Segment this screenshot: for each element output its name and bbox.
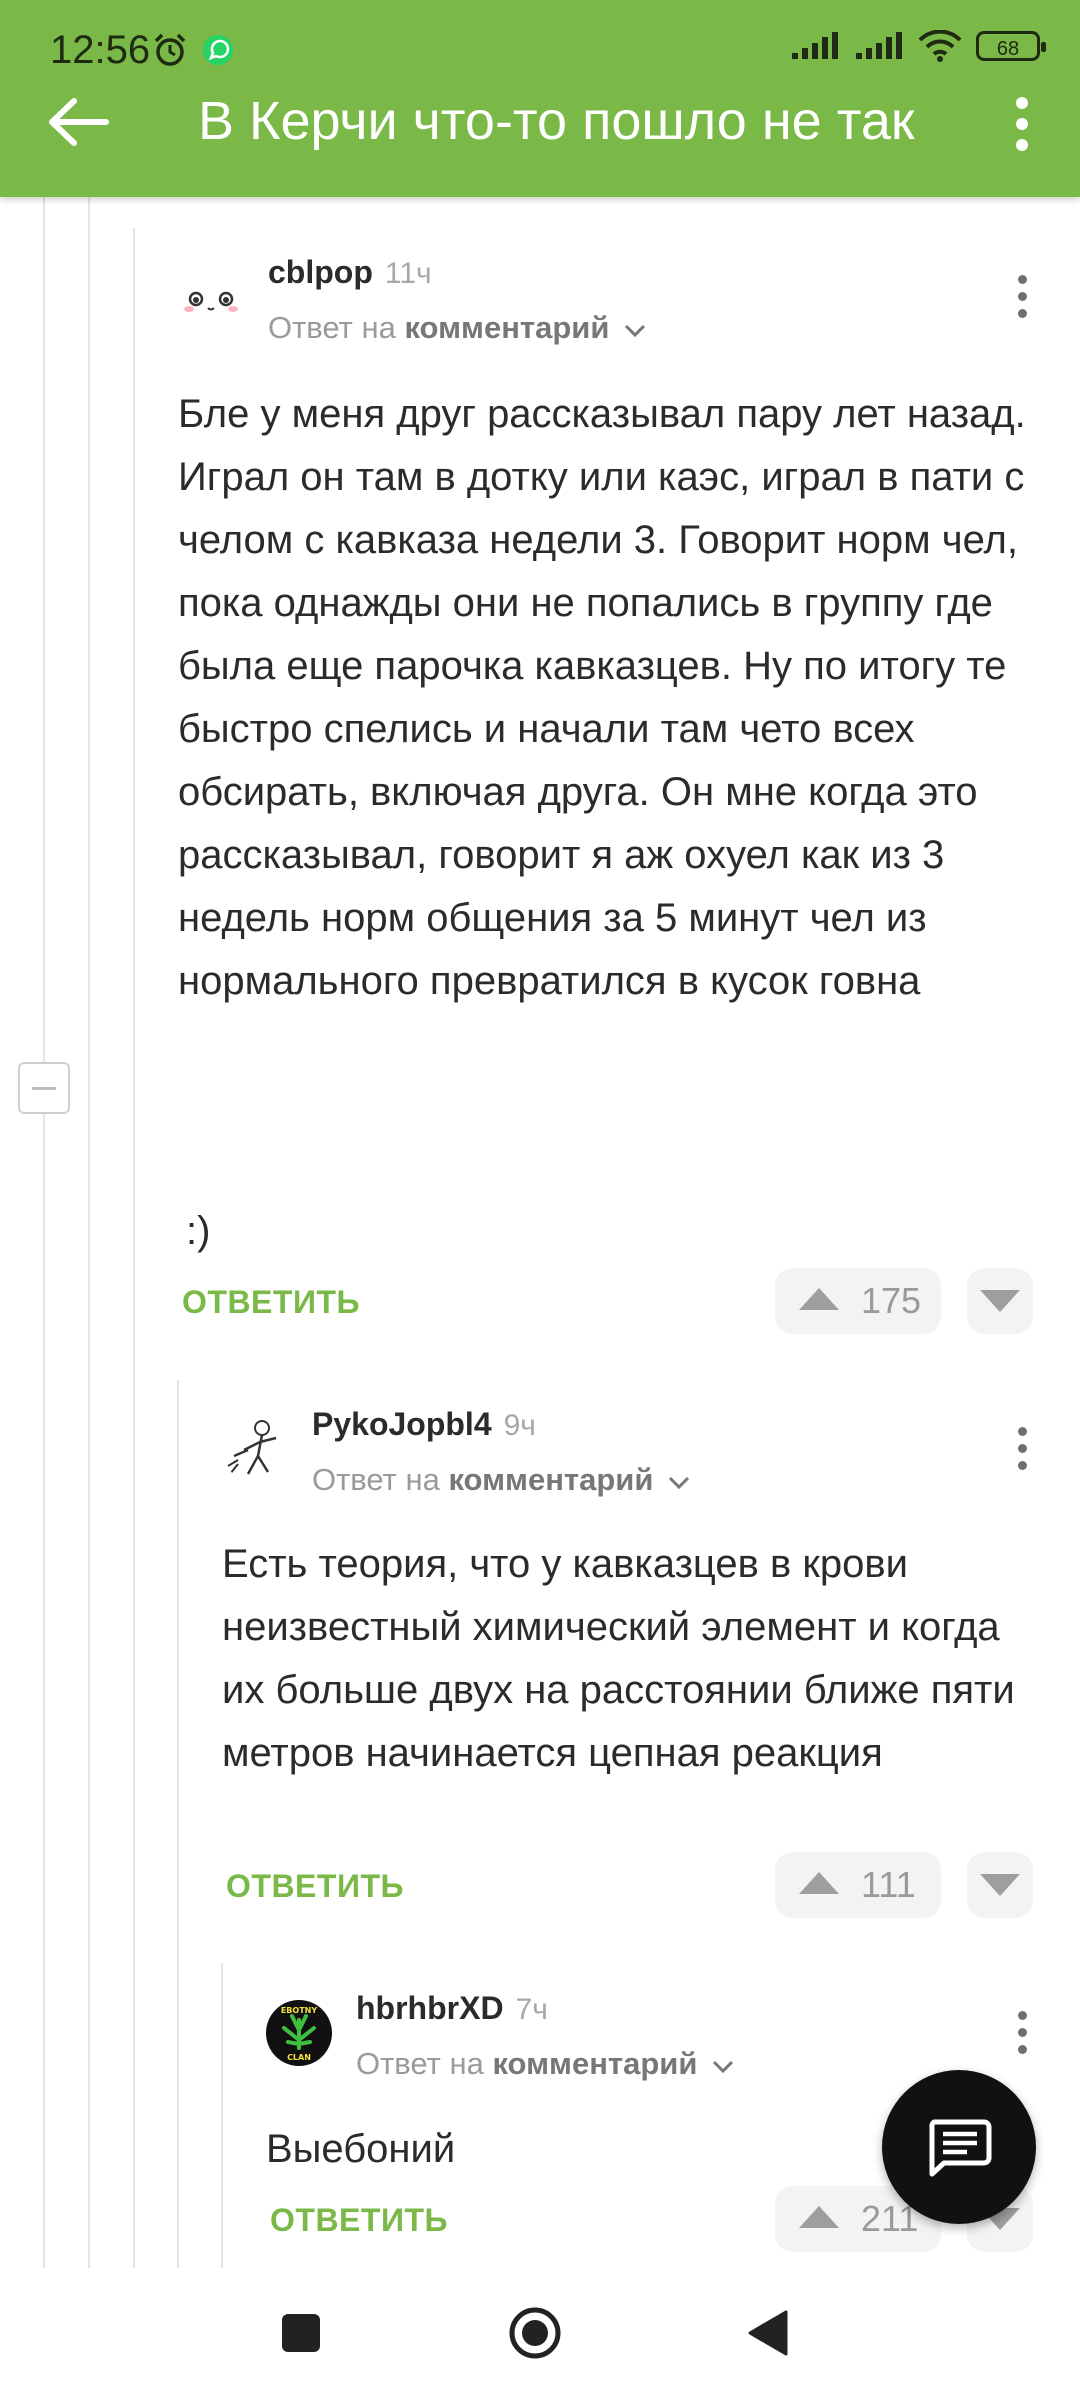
back-arrow-icon[interactable] [46,96,110,148]
reply-to-line[interactable]: Ответ на комментарий [356,2046,734,2082]
reply-target-link[interactable]: комментарий [404,310,609,345]
signal-icon-2 [856,32,902,59]
arrow-up-icon [799,1872,839,1894]
chevron-down-icon[interactable] [624,324,646,338]
whatsapp-icon [203,35,233,65]
status-time: 12:56 [50,28,151,72]
comment-author[interactable]: PykoJopbl4 9ч [312,1406,536,1443]
arrow-down-icon [980,1290,1020,1312]
system-navigation-bar [0,2268,1080,2400]
avatar [178,263,244,329]
comment-menu-icon[interactable] [1012,1422,1032,1474]
comment-text: Бле у меня друг рассказывал пару лет наз… [178,392,1026,1003]
rating: 111 [861,1864,916,1905]
chevron-down-icon[interactable] [712,2060,734,2074]
comment-menu-icon[interactable] [1012,2006,1032,2058]
signal-icon [792,32,838,59]
comment-author[interactable]: hbrhbrXD 7ч [356,1990,548,2027]
reply-to-line[interactable]: Ответ на комментарий [268,310,646,346]
downvote-button[interactable] [967,1268,1033,1334]
arrow-up-icon [799,1288,839,1310]
arrow-down-icon [980,1874,1020,1896]
reply-to-line[interactable]: Ответ на комментарий [312,1462,690,1498]
wifi-icon [918,30,962,62]
reply-prefix: Ответ на [312,1462,440,1497]
back-icon[interactable] [748,2310,788,2356]
comment-menu-icon[interactable] [1012,270,1032,322]
status-system-icons: 68 [790,30,1046,62]
avatar-text-bottom: CLAN [287,2053,311,2062]
page-title: В Керчи что-то пошло не так [198,91,915,151]
alarm-icon [154,33,186,66]
author-name[interactable]: hbrhbrXD [356,1990,504,2026]
write-comment-button[interactable] [882,2070,1036,2224]
arrow-up-icon [799,2206,839,2228]
reply-button[interactable]: ОТВЕТИТЬ [270,2202,448,2239]
comment-time: 9ч [503,1409,536,1442]
home-icon[interactable] [508,2306,562,2360]
comment-text-extra: :) [186,1209,211,1253]
upvote-button[interactable]: 111 [775,1852,941,1918]
thread-line [43,197,45,2269]
comment-time: 7ч [515,1993,548,2026]
thread-line [177,1380,179,2269]
status-notification-icons [152,32,236,68]
thread-line [88,197,90,2269]
comment-icon [929,2119,992,2177]
author-name[interactable]: cblpop [268,254,373,290]
reply-button[interactable]: ОТВЕТИТЬ [226,1868,404,1905]
reply-prefix: Ответ на [268,310,396,345]
rating: 175 [861,1280,922,1321]
recent-apps-icon[interactable] [282,2314,320,2352]
reply-button[interactable]: ОТВЕТИТЬ [182,1284,360,1321]
more-vertical-icon[interactable] [1010,96,1034,152]
reply-target-link[interactable]: комментарий [448,1462,653,1497]
comment-author[interactable]: cblpop 11ч [268,254,432,291]
reply-prefix: Ответ на [356,2046,484,2081]
thread-line [133,228,135,2269]
comment-text: Есть теория, что у кавказцев в крови неи… [222,1542,1015,1775]
battery-icon: 68 [976,31,1046,61]
avatar-skeleton-icon [227,1420,277,1475]
avatar [222,1416,288,1482]
upvote-button[interactable]: 175 [775,1268,941,1334]
comment-time: 11ч [384,257,432,290]
author-name[interactable]: PykoJopbl4 [312,1406,492,1442]
app-bar: 12:56 68 В Керчи что-то пошло не так [0,0,1080,197]
avatar-leaf-icon: EBOTNY CLAN [281,2006,318,2062]
downvote-button[interactable] [967,1852,1033,1918]
reply-target-link[interactable]: комментарий [492,2046,697,2081]
collapse-thread-button[interactable] [18,1062,70,1114]
thread-line [221,1963,223,2269]
comment-text: Выебоний [266,2127,456,2171]
chevron-down-icon[interactable] [668,1476,690,1490]
avatar-text-top: EBOTNY [281,2006,318,2015]
avatar: EBOTNY CLAN [266,2000,332,2066]
avatar-face-icon [184,291,238,312]
